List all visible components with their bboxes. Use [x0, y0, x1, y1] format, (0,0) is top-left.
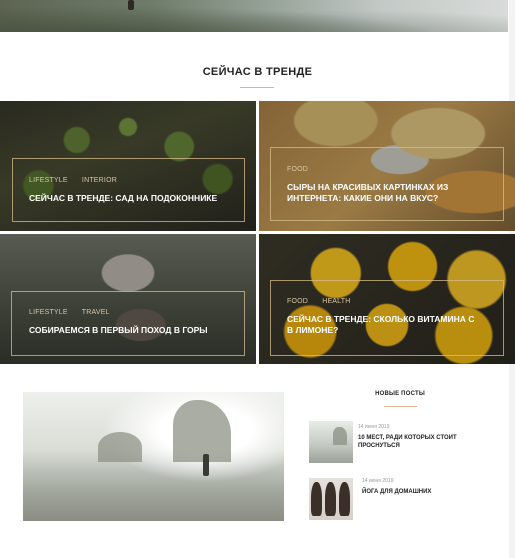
person-hair	[325, 482, 336, 516]
sea-rock	[98, 432, 142, 462]
category-link[interactable]: HEALTH	[322, 298, 350, 305]
tile-categories: FOOD HEALTH	[287, 298, 363, 305]
sea-rock	[333, 427, 347, 445]
tile-frame	[12, 158, 245, 222]
category-link[interactable]: TRAVEL	[82, 309, 110, 316]
post-date: 14 июня 2019	[358, 424, 390, 430]
category-link[interactable]: FOOD	[287, 166, 308, 173]
tile-categories: LIFESTYLE INTERIOR	[29, 177, 129, 184]
tile-title[interactable]: СЕЙЧАС В ТРЕНДЕ: СКОЛЬКО ВИТАМИНА С В ЛИ…	[287, 314, 482, 336]
post-date: 14 июня 2019	[362, 478, 394, 484]
trending-tile-lemon[interactable]: FOOD HEALTH СЕЙЧАС В ТРЕНДЕ: СКОЛЬКО ВИТ…	[259, 234, 515, 364]
trending-tile-hike[interactable]: LIFESTYLE TRAVEL СОБИРАЕМСЯ В ПЕРВЫЙ ПОХ…	[0, 234, 256, 364]
person-hair	[311, 482, 322, 516]
tile-categories: LIFESTYLE TRAVEL	[29, 309, 122, 316]
category-link[interactable]: LIFESTYLE	[29, 309, 68, 316]
category-link[interactable]: FOOD	[287, 298, 308, 305]
post-title[interactable]: 10 МЕСТ, РАДИ КОТОРЫХ СТОИТ ПРОСНУТЬСЯ	[358, 434, 478, 450]
tile-title[interactable]: СЫРЫ НА КРАСИВЫХ КАРТИНКАХ ИЗ ИНТЕРНЕТА:…	[287, 182, 477, 204]
new-posts-underline	[384, 406, 417, 407]
trending-section-title: СЕЙЧАС В ТРЕНДЕ	[202, 66, 313, 78]
trending-title-underline	[240, 87, 274, 88]
beach-walker-figure	[203, 454, 209, 476]
tile-categories: FOOD	[287, 166, 320, 173]
person-hair	[339, 482, 350, 516]
hero-image[interactable]	[0, 0, 508, 32]
tile-frame	[11, 291, 245, 356]
new-posts-title: НОВЫЕ ПОСТЫ	[375, 391, 425, 397]
post-title[interactable]: ЙОГА ДЛЯ ДОМАШНИХ	[362, 488, 472, 496]
post-thumbnail[interactable]	[309, 478, 353, 520]
category-link[interactable]: INTERIOR	[82, 177, 117, 184]
hero-person-figure	[128, 0, 134, 10]
tile-title[interactable]: СЕЙЧАС В ТРЕНДЕ: САД НА ПОДОКОННИКЕ	[29, 193, 239, 204]
trending-tile-garden[interactable]: LIFESTYLE INTERIOR СЕЙЧАС В ТРЕНДЕ: САД …	[0, 101, 256, 231]
sea-rock	[173, 400, 231, 462]
featured-post-image[interactable]	[23, 392, 284, 521]
trending-tile-cheese[interactable]: FOOD СЫРЫ НА КРАСИВЫХ КАРТИНКАХ ИЗ ИНТЕР…	[259, 101, 515, 231]
post-thumbnail[interactable]	[309, 421, 353, 463]
hero-landscape	[0, 0, 508, 32]
category-link[interactable]: LIFESTYLE	[29, 177, 68, 184]
tile-title[interactable]: СОБИРАЕМСЯ В ПЕРВЫЙ ПОХОД В ГОРЫ	[29, 325, 239, 336]
